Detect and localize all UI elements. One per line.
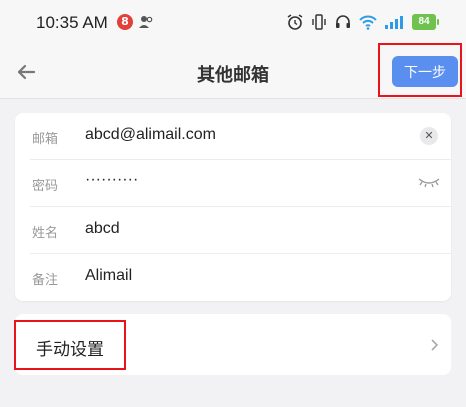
battery-icon: 84	[412, 14, 439, 30]
status-time: 10:35 AM	[36, 13, 108, 32]
status-bar: 10:35 AM 8 84	[0, 0, 466, 46]
name-label: 姓名	[32, 226, 59, 241]
account-form: 邮箱 abcd@alimail.com ✕ 密码 ·········· 姓名 a…	[15, 113, 451, 301]
note-label: 备注	[32, 273, 59, 288]
password-label: 密码	[32, 179, 59, 194]
signal-icon	[385, 16, 403, 29]
email-field[interactable]: abcd@alimail.com	[85, 126, 216, 144]
email-row: 邮箱 abcd@alimail.com ✕	[15, 113, 451, 160]
alarm-icon	[287, 14, 303, 30]
page-background	[0, 380, 466, 407]
name-row: 姓名 abcd	[15, 207, 451, 254]
note-row: 备注 Alimail	[15, 254, 451, 301]
clear-icon[interactable]: ✕	[420, 127, 438, 145]
password-field[interactable]: ··········	[85, 171, 138, 189]
wifi-icon	[359, 15, 377, 30]
name-field[interactable]: abcd	[85, 220, 120, 238]
manual-settings-highlight	[14, 320, 126, 370]
password-row: 密码 ··········	[15, 160, 451, 207]
notification-badge: 8	[117, 14, 133, 30]
email-label: 邮箱	[32, 132, 59, 147]
vibrate-icon	[312, 14, 326, 30]
status-icons: 84	[286, 11, 439, 33]
eye-closed-icon[interactable]	[417, 176, 441, 188]
chevron-right-icon	[431, 339, 439, 351]
note-field[interactable]: Alimail	[85, 267, 132, 285]
headphones-icon	[336, 15, 350, 28]
next-button[interactable]: 下一步	[392, 56, 458, 87]
contacts-icon	[139, 16, 153, 28]
